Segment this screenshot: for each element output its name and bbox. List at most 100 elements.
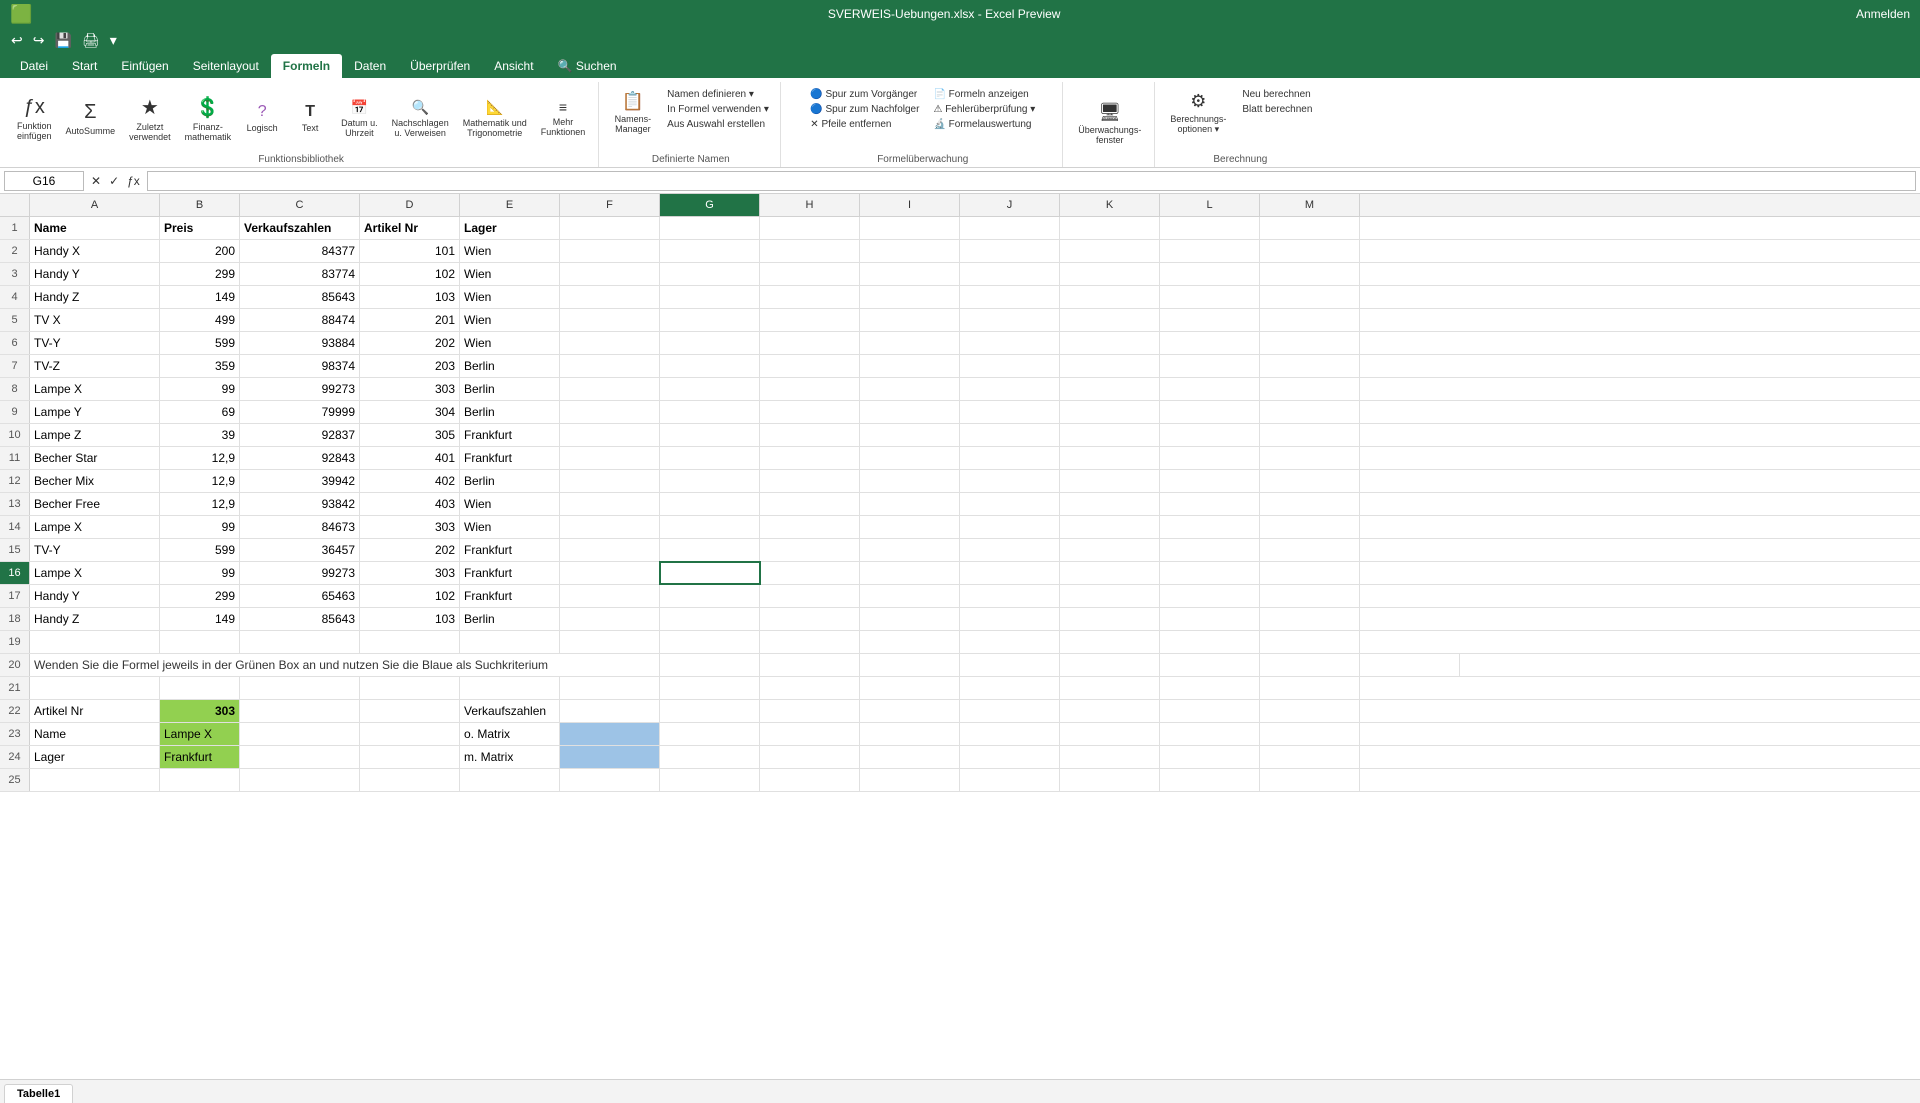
cell-J1[interactable]: [960, 217, 1060, 239]
cell-B10[interactable]: 39: [160, 424, 240, 446]
cell-J10[interactable]: [960, 424, 1060, 446]
cell-I17[interactable]: [860, 585, 960, 607]
cell-C23[interactable]: [240, 723, 360, 745]
cell-M9[interactable]: [1260, 401, 1360, 423]
cell-J20[interactable]: [1060, 654, 1160, 676]
cell-A8[interactable]: Lampe X: [30, 378, 160, 400]
cell-L16[interactable]: [1160, 562, 1260, 584]
cell-B12[interactable]: 12,9: [160, 470, 240, 492]
cell-E21[interactable]: [460, 677, 560, 699]
col-header-E[interactable]: E: [460, 194, 560, 216]
cell-H10[interactable]: [760, 424, 860, 446]
cell-K16[interactable]: [1060, 562, 1160, 584]
cell-L13[interactable]: [1160, 493, 1260, 515]
cell-M24[interactable]: [1260, 746, 1360, 768]
undo-btn[interactable]: ↩: [8, 30, 26, 51]
cell-B9[interactable]: 69: [160, 401, 240, 423]
cell-I10[interactable]: [860, 424, 960, 446]
cell-J4[interactable]: [960, 286, 1060, 308]
cell-D1[interactable]: Artikel Nr: [360, 217, 460, 239]
cell-G12[interactable]: [660, 470, 760, 492]
cell-D8[interactable]: 303: [360, 378, 460, 400]
cell-M1[interactable]: [1260, 217, 1360, 239]
cell-G17[interactable]: [660, 585, 760, 607]
cell-D9[interactable]: 304: [360, 401, 460, 423]
cell-B11[interactable]: 12,9: [160, 447, 240, 469]
cell-L24[interactable]: [1160, 746, 1260, 768]
cell-L22[interactable]: [1160, 700, 1260, 722]
cell-L25[interactable]: [1160, 769, 1260, 791]
cell-H9[interactable]: [760, 401, 860, 423]
cell-C16[interactable]: 99273: [240, 562, 360, 584]
cell-M10[interactable]: [1260, 424, 1360, 446]
cell-E4[interactable]: Wien: [460, 286, 560, 308]
cell-F20[interactable]: [660, 654, 760, 676]
cell-G9[interactable]: [660, 401, 760, 423]
col-header-J[interactable]: J: [960, 194, 1060, 216]
cell-H18[interactable]: [760, 608, 860, 630]
in-formel-btn[interactable]: In Formel verwenden ▾: [664, 103, 772, 116]
col-header-D[interactable]: D: [360, 194, 460, 216]
confirm-formula-btn[interactable]: ✓: [106, 173, 122, 189]
cell-E6[interactable]: Wien: [460, 332, 560, 354]
cell-C2[interactable]: 84377: [240, 240, 360, 262]
cell-L10[interactable]: [1160, 424, 1260, 446]
cell-E11[interactable]: Frankfurt: [460, 447, 560, 469]
cell-J12[interactable]: [960, 470, 1060, 492]
cell-F25[interactable]: [560, 769, 660, 791]
cell-A9[interactable]: Lampe Y: [30, 401, 160, 423]
insert-function-btn[interactable]: ƒx: [124, 173, 143, 189]
cell-G7[interactable]: [660, 355, 760, 377]
cell-E1[interactable]: Lager: [460, 217, 560, 239]
cell-K9[interactable]: [1060, 401, 1160, 423]
row-header-22[interactable]: 22: [0, 700, 30, 722]
tab-ansicht[interactable]: Ansicht: [482, 54, 545, 78]
cell-M8[interactable]: [1260, 378, 1360, 400]
blatt-berechnen-btn[interactable]: Blatt berechnen: [1239, 103, 1315, 116]
cell-F21[interactable]: [560, 677, 660, 699]
pfeile-entfernen-btn[interactable]: ✕ Pfeile entfernen: [807, 118, 922, 131]
cell-I13[interactable]: [860, 493, 960, 515]
cell-E7[interactable]: Berlin: [460, 355, 560, 377]
cell-C18[interactable]: 85643: [240, 608, 360, 630]
cell-C19[interactable]: [240, 631, 360, 653]
row-header-25[interactable]: 25: [0, 769, 30, 791]
cell-L9[interactable]: [1160, 401, 1260, 423]
cell-A19[interactable]: [30, 631, 160, 653]
cell-L15[interactable]: [1160, 539, 1260, 561]
cell-M18[interactable]: [1260, 608, 1360, 630]
cell-reference-input[interactable]: [4, 171, 84, 191]
row-header-20[interactable]: 20: [0, 654, 30, 676]
cell-I5[interactable]: [860, 309, 960, 331]
cell-J6[interactable]: [960, 332, 1060, 354]
cell-L1[interactable]: [1160, 217, 1260, 239]
cell-K14[interactable]: [1060, 516, 1160, 538]
cell-G3[interactable]: [660, 263, 760, 285]
cell-I18[interactable]: [860, 608, 960, 630]
cell-B21[interactable]: [160, 677, 240, 699]
cell-F10[interactable]: [560, 424, 660, 446]
cell-C22[interactable]: [240, 700, 360, 722]
cell-K17[interactable]: [1060, 585, 1160, 607]
cell-K12[interactable]: [1060, 470, 1160, 492]
row-header-2[interactable]: 2: [0, 240, 30, 262]
cell-L6[interactable]: [1160, 332, 1260, 354]
cell-D21[interactable]: [360, 677, 460, 699]
cell-M14[interactable]: [1260, 516, 1360, 538]
cell-A3[interactable]: Handy Y: [30, 263, 160, 285]
cell-M7[interactable]: [1260, 355, 1360, 377]
cell-G21[interactable]: [660, 677, 760, 699]
cell-L19[interactable]: [1160, 631, 1260, 653]
cell-D2[interactable]: 101: [360, 240, 460, 262]
cell-K11[interactable]: [1060, 447, 1160, 469]
cell-C9[interactable]: 79999: [240, 401, 360, 423]
cell-G11[interactable]: [660, 447, 760, 469]
cell-C5[interactable]: 88474: [240, 309, 360, 331]
row-header-1[interactable]: 1: [0, 217, 30, 239]
cell-K4[interactable]: [1060, 286, 1160, 308]
row-header-21[interactable]: 21: [0, 677, 30, 699]
cell-L20[interactable]: [1260, 654, 1360, 676]
cell-D19[interactable]: [360, 631, 460, 653]
cell-H25[interactable]: [760, 769, 860, 791]
cell-B22[interactable]: 303: [160, 700, 240, 722]
